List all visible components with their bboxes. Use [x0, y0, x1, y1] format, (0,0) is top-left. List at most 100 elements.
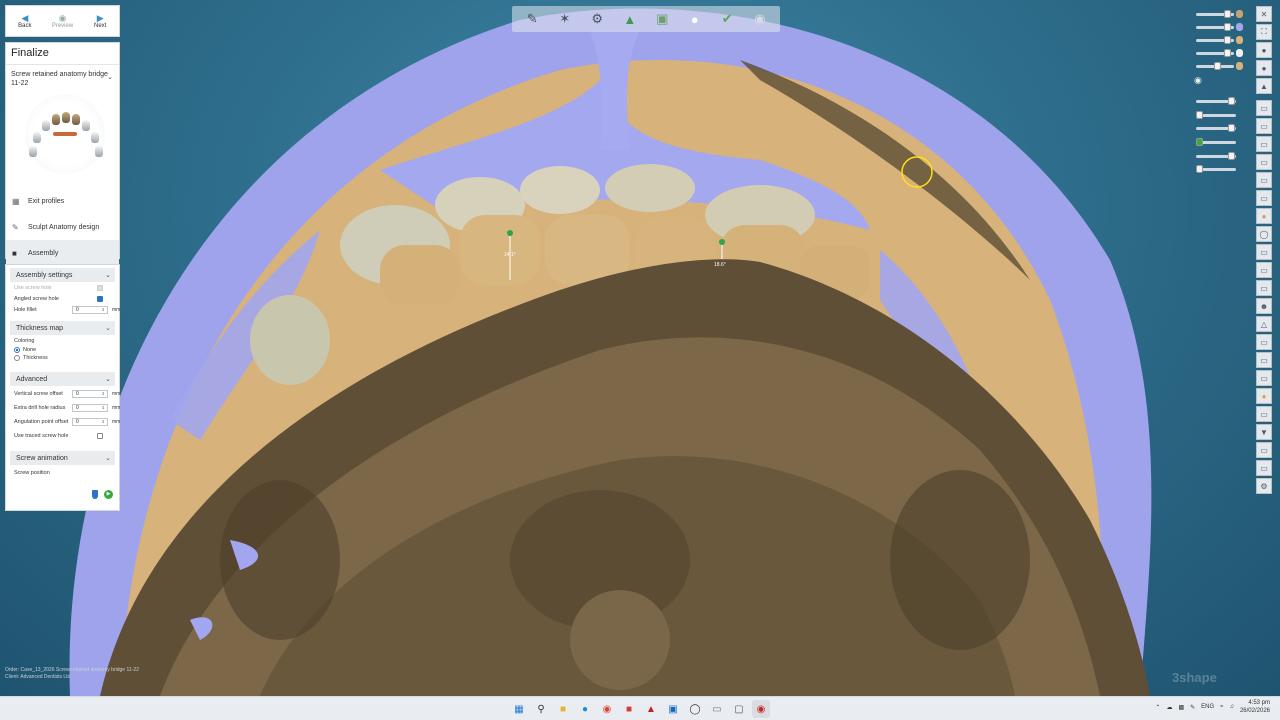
layer-icon[interactable]: ▭ [1256, 280, 1272, 296]
layer-icon[interactable]: ▭ [1256, 442, 1272, 458]
play-icon[interactable]: ▶ [104, 490, 113, 499]
preview-button[interactable]: ◉ Preview [44, 6, 82, 36]
visibility-slider-4[interactable] [1196, 49, 1243, 57]
screw-handle-right[interactable] [719, 239, 725, 245]
visibility-slider-10[interactable] [1196, 152, 1236, 160]
window-app-icon[interactable]: ▢ [730, 700, 748, 718]
3shape-app-icon[interactable]: ◉ [752, 700, 770, 718]
clock[interactable]: 4:53 pm 26/02/2026 [1240, 699, 1270, 715]
dental-system-icon[interactable]: ▭ [708, 700, 726, 718]
layer-icon[interactable]: ▭ [1256, 190, 1272, 206]
layer-icon[interactable]: ▭ [1256, 262, 1272, 278]
advanced-header[interactable]: Advanced ⌄ [10, 372, 115, 386]
implant-tool-icon[interactable]: ✶ [555, 9, 575, 29]
fullscreen-icon[interactable]: ⛶ [1256, 24, 1272, 40]
visibility-slider-3[interactable] [1196, 36, 1243, 44]
spinner-icon[interactable]: ⇕ [102, 307, 105, 313]
view-front-icon[interactable]: ● [1256, 42, 1272, 58]
pen-tool-icon[interactable]: ✎ [522, 9, 542, 29]
network-icon[interactable]: ▩ [1178, 704, 1184, 711]
layer-icon[interactable]: ▭ [1256, 370, 1272, 386]
layer-icon[interactable]: ▭ [1256, 118, 1272, 134]
screw-tool-icon[interactable]: ⚙ [587, 9, 607, 29]
traced-screw-hole-checkbox[interactable] [97, 432, 103, 439]
acrobat-icon[interactable]: ▲ [642, 700, 660, 718]
layer-icon[interactable]: ▭ [1256, 406, 1272, 422]
crown-tool-icon[interactable]: ● [685, 9, 705, 29]
windows-start-icon[interactable]: ▦ [510, 700, 528, 718]
search-icon[interactable]: ⚲ [532, 700, 550, 718]
layer-icon[interactable]: ▭ [1256, 460, 1272, 476]
tooth-layer-icon[interactable]: ◯ [1256, 226, 1272, 242]
view-side-icon[interactable]: ● [1256, 60, 1272, 76]
layer-icon[interactable]: △ [1256, 316, 1272, 332]
outlook-icon[interactable]: ▣ [664, 700, 682, 718]
language-indicator[interactable]: ENG [1201, 704, 1214, 710]
visibility-slider-11[interactable] [1196, 165, 1236, 173]
case-selector[interactable]: Screw retained anatomy bridge 11-22 ⌄ [6, 65, 119, 88]
tooth-layer-icon[interactable]: ● [1256, 208, 1272, 224]
visibility-slider-8[interactable] [1196, 124, 1236, 132]
visibility-slider-2[interactable] [1196, 23, 1243, 31]
thickness-map-header[interactable]: Thickness map ⌄ [10, 321, 115, 335]
layer-icon[interactable]: ▭ [1256, 154, 1272, 170]
system-tray: ⌃ ☁ ▩ ✎ ENG ≈ ♫ 4:53 pm 26/02/2026 [1155, 699, 1270, 715]
close-icon[interactable]: ✕ [1256, 6, 1272, 22]
cloud-icon[interactable]: ☁ [1166, 704, 1172, 711]
visibility-slider-9[interactable] [1196, 138, 1236, 146]
visibility-slider-5[interactable] [1196, 62, 1243, 70]
radio-none[interactable] [14, 347, 20, 353]
layer-icon[interactable]: ▭ [1256, 172, 1272, 188]
volume-icon[interactable]: ♫ [1229, 704, 1234, 710]
hole-fillet-input[interactable]: 0 ⇕ [72, 305, 108, 314]
assembly-settings-header[interactable]: Assembly settings ⌄ [10, 268, 115, 282]
next-button[interactable]: ▶ Next [81, 6, 119, 36]
tooth-icon [42, 120, 50, 131]
use-screw-hole-checkbox[interactable] [97, 284, 103, 291]
radio-thickness[interactable] [14, 355, 20, 361]
layer-icon[interactable]: ▼ [1256, 424, 1272, 440]
layer-icon[interactable]: ▭ [1256, 244, 1272, 260]
screw-icon[interactable] [92, 490, 98, 499]
layer-icon[interactable]: ▭ [1256, 136, 1272, 152]
model-tool-icon[interactable]: ▣ [652, 9, 672, 29]
step-exit-profiles[interactable]: ▦ Exit profiles [6, 188, 119, 214]
angled-screw-hole-checkbox[interactable] [97, 295, 103, 302]
screw-handle-left[interactable] [507, 230, 513, 236]
screw-animation-header[interactable]: Screw animation ⌄ [10, 451, 115, 465]
step-assembly[interactable]: ■ Assembly [6, 240, 119, 266]
sphere-view-icon[interactable]: ◉ [750, 9, 770, 29]
vertical-offset-input[interactable]: 0 ⇕ [72, 389, 108, 398]
visibility-slider-1[interactable] [1196, 10, 1243, 18]
visibility-slider-6[interactable] [1196, 97, 1236, 105]
3d-viewport[interactable]: 14.1° 18.6° [0, 0, 1280, 696]
pen-icon[interactable]: ✎ [1190, 704, 1195, 711]
tooth-layer-icon[interactable]: ● [1256, 388, 1272, 404]
chrome-icon[interactable]: ◉ [598, 700, 616, 718]
layer-icon[interactable]: ▭ [1256, 334, 1272, 350]
angulation-offset-input[interactable]: 0 ⇕ [72, 417, 108, 426]
layer-icon[interactable]: ▭ [1256, 100, 1272, 116]
spinner-icon[interactable]: ⇕ [102, 405, 105, 411]
view-top-icon[interactable]: ▲ [1256, 78, 1272, 94]
spinner-icon[interactable]: ⇕ [102, 419, 105, 425]
tooth-visibility-icon[interactable]: ◉ [1194, 75, 1202, 86]
settings-icon[interactable]: ⚙ [1256, 478, 1272, 494]
visibility-slider-7[interactable] [1196, 111, 1236, 119]
tooth-app-icon[interactable]: ◯ [686, 700, 704, 718]
step-sculpt-anatomy[interactable]: ✎ Sculpt Anatomy design [6, 214, 119, 240]
coloring-option-thickness[interactable]: Thickness [10, 354, 115, 362]
coloring-option-none[interactable]: None [10, 346, 115, 354]
spinner-icon[interactable]: ⇕ [102, 391, 105, 397]
wifi-icon[interactable]: ≈ [1220, 704, 1223, 710]
drill-radius-input[interactable]: 0 ⇕ [72, 403, 108, 412]
tooth-check-icon[interactable]: ✔ [717, 9, 737, 29]
file-explorer-icon[interactable]: ■ [554, 700, 572, 718]
chevron-up-icon[interactable]: ⌃ [1155, 704, 1160, 711]
layer-icon[interactable]: ▭ [1256, 352, 1272, 368]
abutment-tool-icon[interactable]: ▲ [620, 9, 640, 29]
back-button[interactable]: ◀ Back [6, 6, 44, 36]
video-app-icon[interactable]: ■ [620, 700, 638, 718]
edge-icon[interactable]: ● [576, 700, 594, 718]
head-icon[interactable]: ☻ [1256, 298, 1272, 314]
